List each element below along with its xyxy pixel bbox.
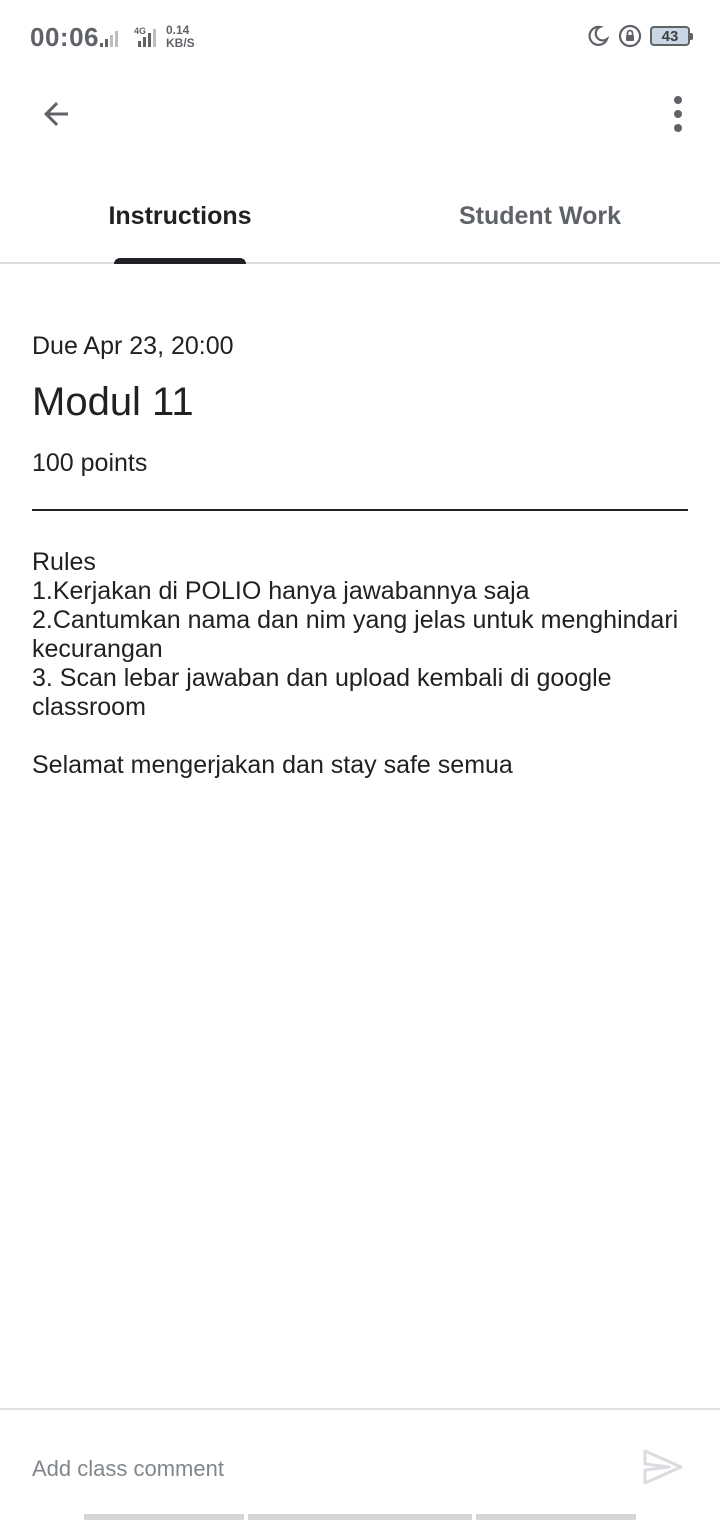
active-tab-indicator — [114, 258, 246, 264]
description-line: 3. Scan lebar jawaban dan upload kembali… — [32, 664, 612, 721]
nav-hint-left — [84, 1514, 244, 1520]
network-speed-unit: KB/S — [166, 36, 195, 50]
send-icon — [643, 1449, 683, 1485]
arrow-back-icon — [44, 102, 68, 126]
divider — [32, 509, 688, 511]
description-line: Rules — [32, 548, 96, 576]
description-line: 2.Cantumkan nama dan nim yang jelas untu… — [32, 606, 679, 663]
send-comment-button[interactable] — [640, 1444, 686, 1490]
assignment-description: Rules 1.Kerjakan di POLIO hanya jawabann… — [32, 548, 692, 780]
battery-level: 43 — [661, 27, 679, 45]
due-date: Due Apr 23, 20:00 — [32, 332, 234, 360]
battery-icon: 43 — [650, 26, 693, 46]
more-vert-icon — [674, 96, 682, 132]
signal-strength-icon — [100, 31, 118, 47]
back-button[interactable] — [28, 86, 84, 142]
assignment-title: Modul 11 — [32, 380, 194, 424]
nav-hint-center — [248, 1514, 472, 1520]
signal-strength-secondary-icon — [138, 29, 156, 47]
more-options-button[interactable] — [656, 86, 700, 142]
class-comment-input[interactable] — [32, 1452, 592, 1486]
tab-instructions[interactable]: Instructions — [0, 176, 360, 262]
assignment-points: 100 points — [32, 449, 148, 477]
comment-bar — [0, 1408, 720, 1520]
status-bar: 00:06 4G 0.14 KB/S 43 — [0, 0, 720, 78]
status-time: 00:06 — [30, 22, 99, 52]
network-speed: 0.14 KB/S — [166, 24, 195, 50]
rotation-lock-icon — [618, 24, 642, 48]
description-line: 1.Kerjakan di POLIO hanya jawabannya saj… — [32, 577, 530, 605]
app-bar — [0, 78, 720, 146]
description-line: Selamat mengerjakan dan stay safe semua — [32, 751, 513, 779]
nav-hint-right — [476, 1514, 636, 1520]
description-blank-line — [32, 722, 692, 751]
tab-student-work[interactable]: Student Work — [360, 176, 720, 262]
tab-bar: Instructions Student Work — [0, 176, 720, 264]
status-icons: 43 — [586, 24, 693, 48]
moon-icon — [588, 25, 610, 46]
